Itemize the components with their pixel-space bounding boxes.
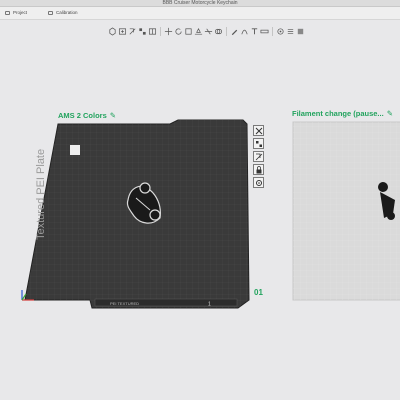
plate-tools [253,125,265,188]
lock-plate-icon [256,165,261,173]
plate-1-label[interactable]: AMS 2 Colors ✎ [58,111,116,120]
plate-texture-text: Textured PEI Plate [35,149,47,240]
arrange-plate-button[interactable] [253,138,264,149]
orient-plate-button[interactable] [253,151,264,162]
plate-settings-button[interactable] [253,177,264,188]
plate-footer-number: 1 [208,302,211,308]
edit-pencil-icon[interactable]: ✎ [110,111,116,120]
plate-number: 01 [254,288,263,297]
arrange-plate-icon [255,140,262,147]
close-icon [255,127,262,134]
plate-2[interactable] [292,121,400,301]
plate-marker [70,145,80,155]
edit-pencil-icon[interactable]: ✎ [387,109,393,118]
plate-settings-icon [255,179,262,186]
orient-plate-icon [255,153,262,160]
plate-2-name: Filament change (pause... [292,109,384,118]
plate-2-label[interactable]: Filament change (pause... ✎ [292,109,393,118]
plate-footer-text: PEI TEXTURED [110,301,139,306]
plate-1-name: AMS 2 Colors [58,111,107,120]
close-plate-button[interactable] [253,125,264,136]
build-plate-canvas[interactable]: Textured PEI Plate PEI TEXTURED 1 [0,0,400,400]
lock-plate-button[interactable] [253,164,264,175]
